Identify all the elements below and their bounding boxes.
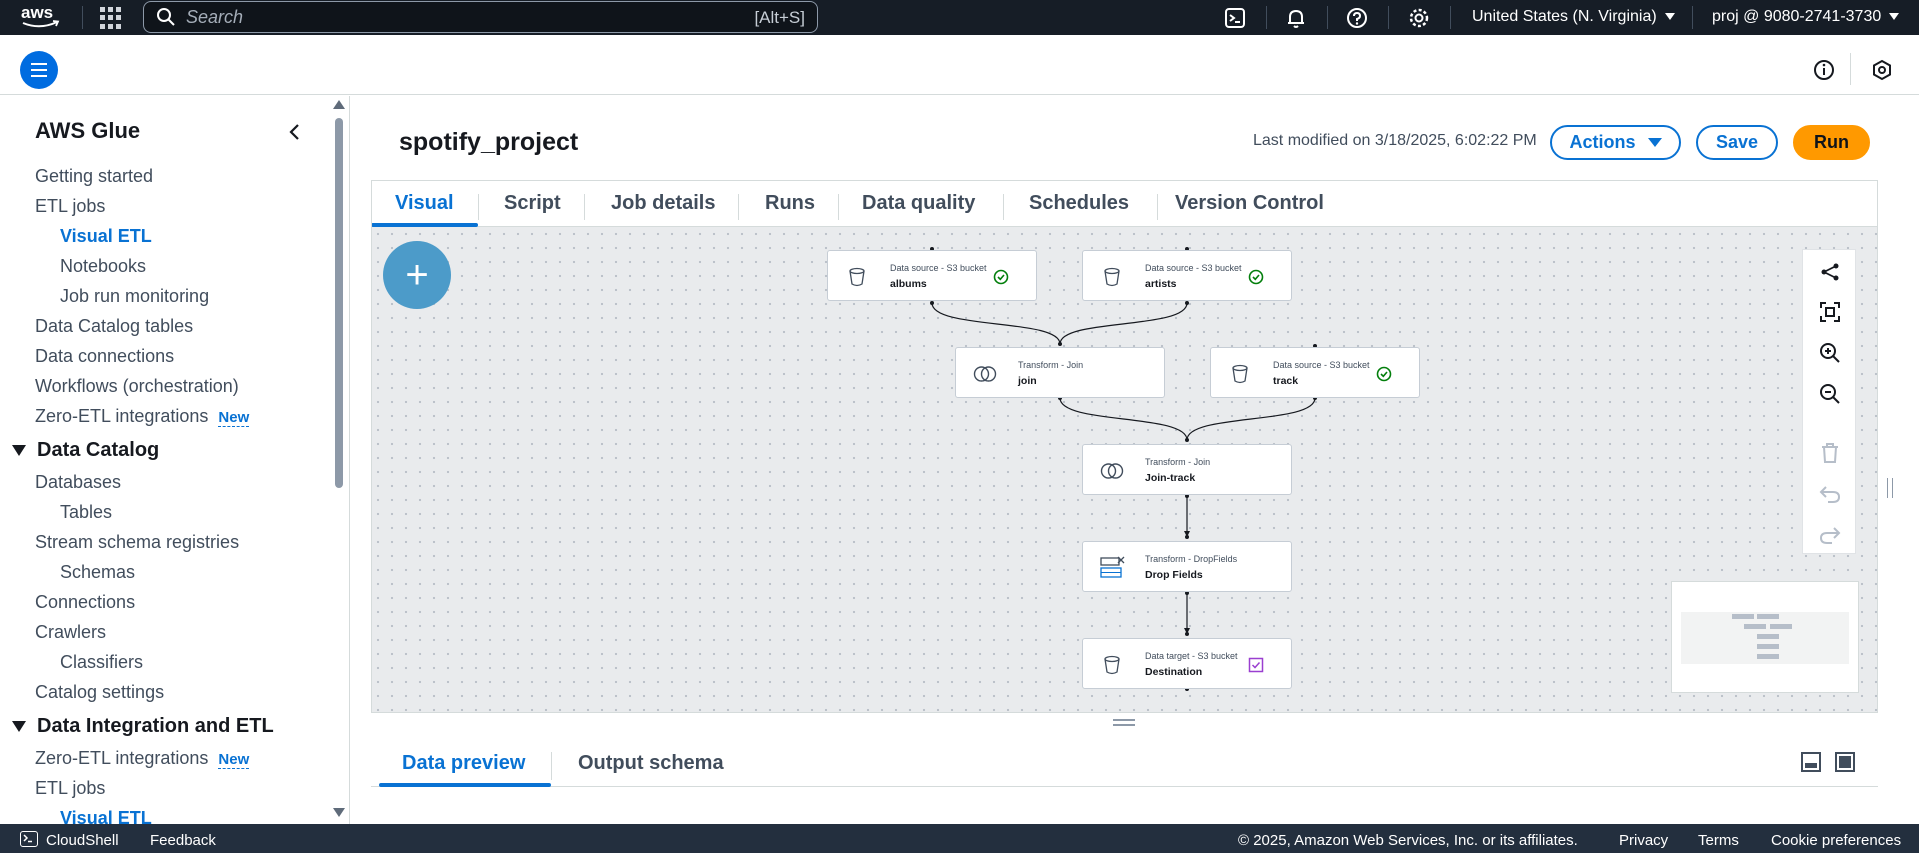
drop-fields-icon: [1100, 556, 1125, 578]
zoom-out-icon[interactable]: [1818, 382, 1842, 406]
undo-icon[interactable]: [1818, 482, 1842, 506]
delete-icon[interactable]: [1818, 441, 1842, 465]
node-type: Transform - Join: [1145, 457, 1211, 467]
check-circle-icon: [1248, 269, 1264, 285]
node-type: Data source - S3 bucket: [890, 263, 987, 273]
canvas-minimap[interactable]: [1671, 581, 1859, 693]
bucket-icon: [1104, 267, 1120, 287]
node-name: Destination: [1145, 666, 1203, 678]
tab-data-preview[interactable]: Data preview: [402, 752, 525, 775]
bottom-panel-drag-handle[interactable]: [1113, 719, 1135, 726]
terms-link[interactable]: Terms: [1698, 832, 1739, 849]
layout-icon[interactable]: [1818, 260, 1842, 284]
check-circle-icon: [1376, 366, 1392, 382]
privacy-link[interactable]: Privacy: [1619, 832, 1668, 849]
canvas-toolbox: [1802, 249, 1856, 554]
cloudshell-icon[interactable]: [20, 831, 38, 847]
bucket-icon: [1104, 655, 1120, 675]
node-name: albums: [890, 278, 927, 290]
bottom-panel-tabs: Data preview Output schema: [371, 740, 1878, 787]
node-connections: [930, 247, 1317, 691]
panel-split-icon[interactable]: [1801, 752, 1821, 772]
node-type: Data source - S3 bucket: [1145, 263, 1242, 273]
tab-output-schema[interactable]: Output schema: [578, 752, 724, 775]
target-check-icon: [1248, 657, 1264, 673]
join-icon: [973, 366, 997, 382]
cookie-preferences-link[interactable]: Cookie preferences: [1771, 832, 1901, 849]
bucket-icon: [1232, 364, 1248, 384]
cloudshell-link[interactable]: CloudShell: [46, 832, 119, 849]
feedback-link[interactable]: Feedback: [150, 832, 216, 849]
node-join-track[interactable]: Transform - Join Join-track: [1082, 444, 1292, 495]
node-name: Join-track: [1145, 472, 1196, 484]
zoom-in-icon[interactable]: [1818, 341, 1842, 365]
fit-to-screen-icon[interactable]: [1818, 300, 1842, 324]
node-join[interactable]: Transform - Join join: [955, 347, 1165, 398]
check-circle-icon: [993, 269, 1009, 285]
node-albums[interactable]: Data source - S3 bucket albums: [827, 250, 1037, 301]
bucket-icon: [849, 267, 865, 287]
node-name: artists: [1145, 278, 1177, 290]
node-artists[interactable]: Data source - S3 bucket artists: [1082, 250, 1292, 301]
node-type: Transform - DropFields: [1145, 554, 1238, 564]
node-type: Transform - Join: [1018, 360, 1084, 370]
panel-maximize-icon[interactable]: [1835, 752, 1855, 772]
node-name: track: [1273, 375, 1299, 387]
redo-icon[interactable]: [1818, 523, 1842, 547]
active-tab-indicator: [379, 783, 551, 787]
copyright-text: © 2025, Amazon Web Services, Inc. or its…: [1238, 832, 1578, 849]
minimap-nodes: [1732, 614, 1792, 659]
node-track[interactable]: Data source - S3 bucket track: [1210, 347, 1420, 398]
side-panel-resize-handle[interactable]: [1887, 478, 1893, 498]
node-type: Data target - S3 bucket: [1145, 651, 1238, 661]
join-icon: [1100, 463, 1124, 479]
node-name: Drop Fields: [1145, 569, 1203, 581]
node-type: Data source - S3 bucket: [1273, 360, 1370, 370]
footer: CloudShell Feedback © 2025, Amazon Web S…: [0, 824, 1919, 853]
node-destination[interactable]: Data target - S3 bucket Destination: [1082, 638, 1292, 689]
node-drop-fields[interactable]: Transform - DropFields Drop Fields: [1082, 541, 1292, 592]
node-name: join: [1018, 375, 1037, 387]
